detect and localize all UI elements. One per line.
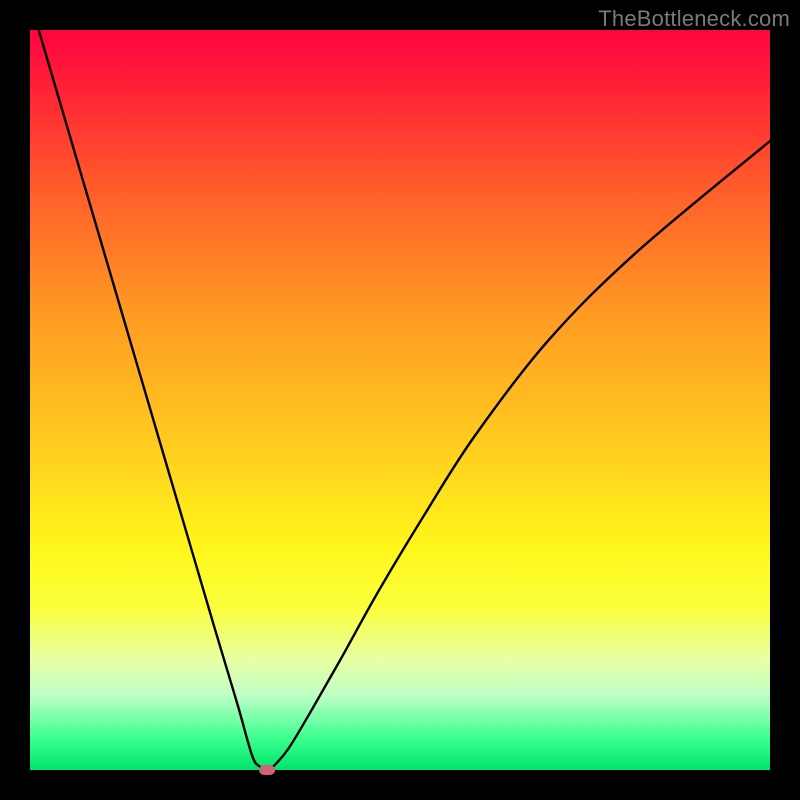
optimum-marker [259, 765, 275, 775]
chart-frame: TheBottleneck.com [0, 0, 800, 800]
bottleneck-curve [30, 30, 770, 770]
watermark-text: TheBottleneck.com [598, 6, 790, 32]
plot-area [30, 30, 770, 770]
